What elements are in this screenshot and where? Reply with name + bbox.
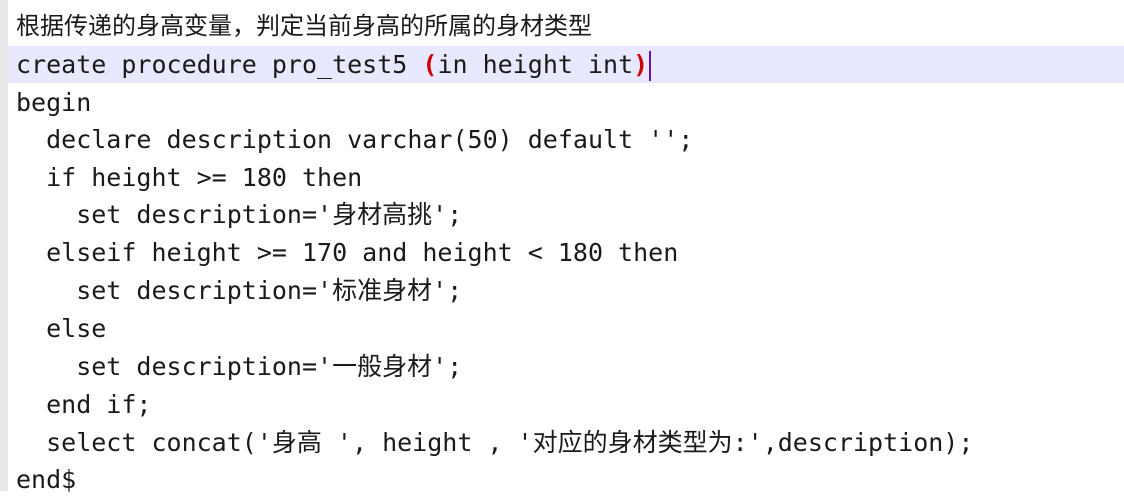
code-line-8[interactable]: else bbox=[16, 310, 106, 347]
code-line-10[interactable]: end if; bbox=[16, 386, 151, 423]
text-caret bbox=[649, 51, 652, 81]
comment-line: 根据传递的身高变量，判定当前身高的所属的身材类型 bbox=[16, 12, 592, 40]
code-params: in height int bbox=[437, 50, 634, 79]
code-line-2[interactable]: begin bbox=[16, 84, 91, 121]
open-paren-highlight: ( bbox=[422, 50, 438, 79]
code-editor[interactable]: 根据传递的身高变量，判定当前身高的所属的身材类型 create procedur… bbox=[0, 0, 1124, 494]
code-line-3[interactable]: declare description varchar(50) default … bbox=[16, 121, 693, 158]
code-line-5[interactable]: set description='身材高挑'; bbox=[16, 196, 462, 233]
code-line-1[interactable]: create procedure pro_test5 (in height in… bbox=[8, 46, 1124, 83]
code-line-9[interactable]: set description='一般身材'; bbox=[16, 348, 462, 385]
code-text: create procedure pro_test5 bbox=[16, 50, 408, 79]
code-line-7[interactable]: set description='标准身材'; bbox=[16, 272, 462, 309]
editor-gutter bbox=[0, 0, 8, 491]
code-line-11[interactable]: select concat('身高 ', height , '对应的身材类型为:… bbox=[16, 424, 973, 461]
code-line-12[interactable]: end$ bbox=[16, 461, 76, 498]
code-line-4[interactable]: if height >= 180 then bbox=[16, 159, 362, 196]
code-line-6[interactable]: elseif height >= 170 and height < 180 th… bbox=[16, 234, 678, 271]
close-paren-highlight: ) bbox=[633, 50, 649, 79]
